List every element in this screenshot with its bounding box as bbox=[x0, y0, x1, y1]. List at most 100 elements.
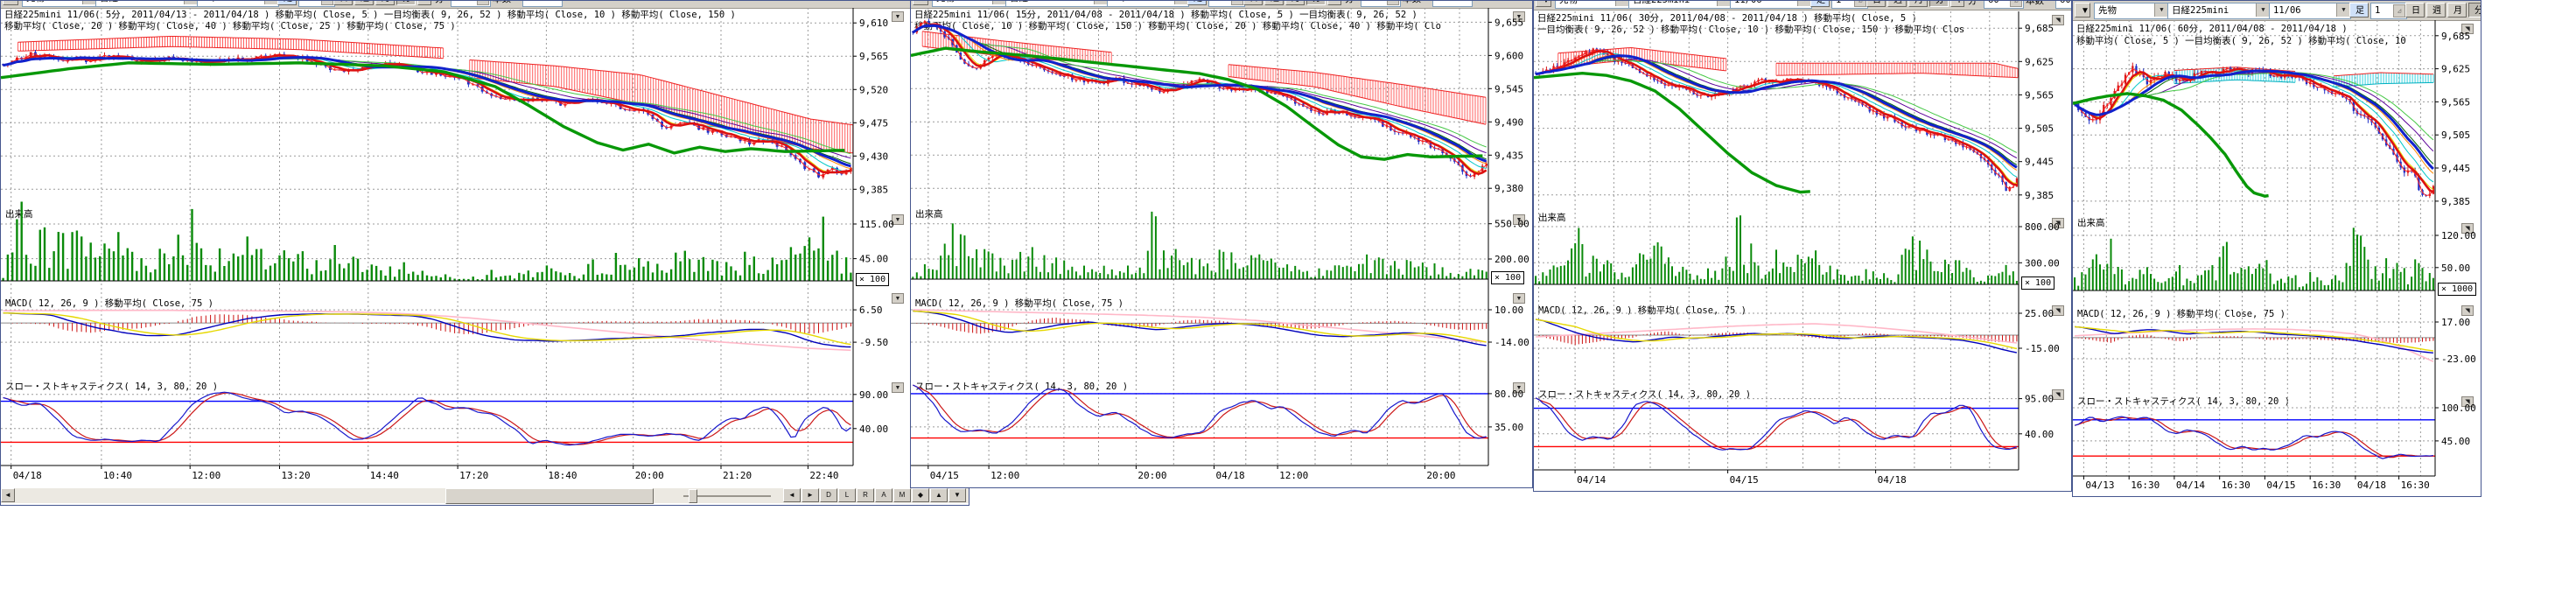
contract-select[interactable]: 11/06▼ bbox=[1730, 0, 1812, 9]
contract-select[interactable]: 11/06▼ bbox=[1107, 0, 1189, 7]
chevron-down-icon[interactable]: ▼ bbox=[1174, 0, 1188, 4]
period-month-button[interactable]: 月 bbox=[375, 0, 395, 5]
section-corner-button[interactable]: ▼ bbox=[892, 382, 904, 393]
period-week-button[interactable]: 週 bbox=[1887, 0, 1907, 7]
chevron-down-icon[interactable]: ▼ bbox=[1797, 0, 1811, 6]
chevron-down-icon[interactable]: ▼ bbox=[184, 0, 198, 4]
chart-tool-button-5[interactable]: A bbox=[875, 488, 892, 502]
scrollbar-left-arrow[interactable]: ◄ bbox=[1, 488, 15, 502]
period-minute-button[interactable]: 分 bbox=[396, 0, 416, 5]
chevron-down-icon[interactable]: ▼ bbox=[992, 0, 1006, 4]
period-month-button[interactable]: 月 bbox=[1285, 0, 1305, 5]
chart-tool-button-4[interactable]: R bbox=[857, 488, 874, 502]
market-select[interactable]: 先物▼ bbox=[2094, 3, 2169, 19]
period-day-button[interactable]: 日 bbox=[333, 0, 353, 5]
section-corner-button[interactable]: ▼ bbox=[1513, 214, 1525, 225]
interval2-spinner[interactable]: 60◿ bbox=[451, 0, 491, 7]
section-corner-button[interactable]: ◥ bbox=[2461, 305, 2474, 316]
chevron-down-icon[interactable]: ▼ bbox=[1717, 0, 1731, 6]
symbol-select[interactable]: 日経225mini▼ bbox=[1005, 0, 1109, 7]
symbol-select[interactable]: 日経225mini▼ bbox=[1628, 0, 1732, 9]
chevron-down-icon[interactable]: ▼ bbox=[1094, 0, 1108, 4]
period-minute-button[interactable]: 分 bbox=[1929, 0, 1949, 7]
chevron-down-icon[interactable]: ▼ bbox=[264, 0, 278, 4]
chart-tool-button-1[interactable]: ► bbox=[802, 488, 819, 502]
spinner-icon[interactable]: ◿ bbox=[1854, 0, 1866, 7]
chart-tool-button-0[interactable]: ◄ bbox=[783, 488, 801, 502]
chart-tool-button-6[interactable]: M bbox=[893, 488, 911, 502]
period-month-button[interactable]: 月 bbox=[2447, 3, 2467, 18]
symbol-select[interactable]: 日経225mini▼ bbox=[2167, 3, 2271, 19]
period-minute-button[interactable]: 分 bbox=[2468, 3, 2482, 18]
chart-tool-button-3[interactable]: L bbox=[838, 488, 856, 502]
price_labels: 9,565 bbox=[859, 51, 888, 62]
period-day-button[interactable]: 日 bbox=[2405, 3, 2425, 18]
price_labels: 9,600 bbox=[1494, 50, 1523, 61]
bar-count-spinner[interactable]: 600 bbox=[1432, 0, 1473, 7]
spinner-icon[interactable]: ◿ bbox=[477, 0, 489, 5]
chevron-down-icon[interactable]: ▼ bbox=[82, 0, 96, 4]
window-menu-button[interactable]: ▼ bbox=[3, 0, 18, 5]
toolbar-tail-button[interactable]: T bbox=[1950, 0, 1964, 7]
interval2-spinner[interactable]: 60◿ bbox=[1361, 0, 1401, 7]
section-corner-button[interactable]: ▼ bbox=[1513, 11, 1525, 22]
scrollbar-thumb[interactable] bbox=[445, 488, 654, 504]
spinner-icon[interactable]: ◿ bbox=[1231, 0, 1243, 5]
chart-tool-button-8[interactable]: ▲ bbox=[930, 488, 948, 502]
ashi-button[interactable]: 足 bbox=[2349, 3, 2369, 18]
section-corner-button[interactable]: ◥ bbox=[2461, 396, 2474, 407]
chevron-down-icon[interactable]: ▼ bbox=[2256, 4, 2270, 17]
spinner-icon[interactable]: ◿ bbox=[321, 0, 333, 5]
zoom-slider-handle[interactable] bbox=[689, 489, 697, 503]
bar-count-spinner[interactable]: 600 bbox=[2055, 0, 2072, 9]
contract-select[interactable]: 11/06▼ bbox=[2269, 3, 2351, 19]
chevron-down-icon[interactable]: ▼ bbox=[1615, 0, 1629, 6]
section-corner-button[interactable]: ▼ bbox=[892, 214, 904, 225]
interval-spinner[interactable]: 1◿ bbox=[1831, 0, 1868, 9]
period-week-button[interactable]: 週 bbox=[1264, 0, 1284, 5]
symbol-select[interactable]: 日経225mini▼ bbox=[95, 0, 199, 7]
market-select[interactable]: 先物▼ bbox=[932, 0, 1007, 7]
section-corner-button[interactable]: ▼ bbox=[892, 11, 904, 22]
horizontal-scrollbar[interactable]: ◄◄►DLRAM◆▲▼ bbox=[1, 488, 970, 503]
section-corner-button[interactable]: ◥ bbox=[2052, 218, 2064, 228]
section-corner-button[interactable]: ▼ bbox=[1513, 293, 1525, 304]
interval-spinner[interactable]: 1◿ bbox=[2370, 3, 2407, 19]
market-select[interactable]: 先物▼ bbox=[22, 0, 97, 7]
ashi-button[interactable]: 足 bbox=[277, 0, 297, 5]
period-week-button[interactable]: 週 bbox=[2426, 3, 2446, 18]
chevron-down-icon[interactable]: ▼ bbox=[2154, 4, 2168, 17]
contract-select[interactable]: 11/06▼ bbox=[197, 0, 279, 7]
period-minute-button[interactable]: 分 bbox=[1306, 0, 1326, 5]
chart-tool-button-2[interactable]: D bbox=[820, 488, 837, 502]
ashi-button[interactable]: 足 bbox=[1810, 0, 1830, 7]
section-corner-button[interactable]: ◥ bbox=[2461, 24, 2474, 34]
spinner-icon[interactable]: ◿ bbox=[2393, 4, 2405, 18]
chart-tool-button-7[interactable]: ◆ bbox=[912, 488, 929, 502]
window-menu-button[interactable]: ▼ bbox=[913, 0, 928, 5]
section-corner-button[interactable]: ◥ bbox=[2052, 389, 2064, 400]
toolbar-tail-button[interactable]: T bbox=[1327, 0, 1341, 5]
window-menu-button[interactable]: ▼ bbox=[2075, 3, 2090, 18]
chevron-down-icon[interactable]: ▼ bbox=[2336, 4, 2350, 17]
ashi-button[interactable]: 足 bbox=[1187, 0, 1207, 5]
market-select[interactable]: 先物▼ bbox=[1555, 0, 1630, 9]
bar-count-spinner[interactable]: 600 bbox=[522, 0, 563, 7]
spinner-icon[interactable]: ◿ bbox=[1387, 0, 1399, 5]
spinner-icon[interactable]: ◿ bbox=[2010, 0, 2022, 7]
section-corner-button[interactable]: ▼ bbox=[1513, 382, 1525, 393]
interval2-spinner[interactable]: 60◿ bbox=[1984, 0, 2024, 9]
section-corner-button[interactable]: ◥ bbox=[2461, 223, 2474, 234]
period-day-button[interactable]: 日 bbox=[1866, 0, 1886, 7]
period-week-button[interactable]: 週 bbox=[354, 0, 374, 5]
interval-spinner[interactable]: 1◿ bbox=[1208, 0, 1245, 7]
period-day-button[interactable]: 日 bbox=[1243, 0, 1263, 5]
section-corner-button[interactable]: ◥ bbox=[2052, 15, 2064, 25]
period-month-button[interactable]: 月 bbox=[1908, 0, 1928, 7]
interval-spinner[interactable]: 1◿ bbox=[298, 0, 335, 7]
chart-tool-button-9[interactable]: ▼ bbox=[948, 488, 966, 502]
toolbar-tail-button[interactable]: T bbox=[417, 0, 431, 5]
window-menu-button[interactable]: ▼ bbox=[1536, 0, 1551, 7]
section-corner-button[interactable]: ▼ bbox=[892, 293, 904, 304]
section-corner-button[interactable]: ◥ bbox=[2052, 305, 2064, 316]
